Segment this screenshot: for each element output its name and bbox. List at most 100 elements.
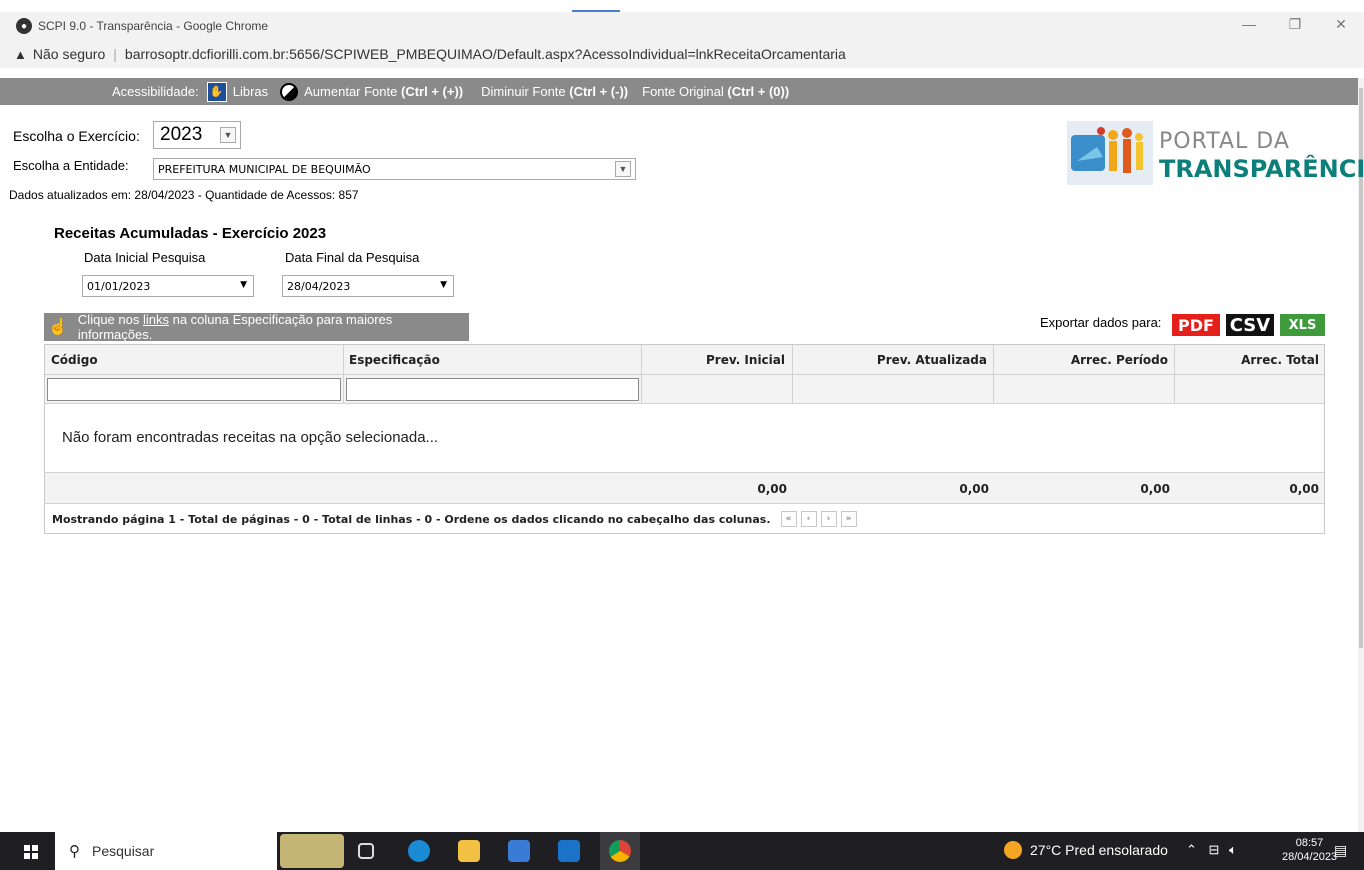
vertical-scrollbar[interactable] (1358, 78, 1364, 832)
col-arrec-total[interactable]: Arrec. Total (1175, 345, 1325, 375)
col-especificacao[interactable]: Especificação (344, 345, 642, 375)
address-bar[interactable]: ▲ Não seguro | barrosoptr.dcfiorilli.com… (0, 40, 1364, 68)
original-font-key: (Ctrl + (0)) (727, 84, 790, 99)
date-start-label: Data Inicial Pesquisa (84, 250, 206, 265)
exercicio-select[interactable]: 2023 ▼ (153, 121, 241, 149)
window-title: SCPI 9.0 - Transparência - Google Chrome (38, 19, 269, 33)
caret-down-icon[interactable]: ▼ (440, 280, 447, 290)
portal-logo[interactable]: PORTAL DA TRANSPARÊNCIA (1067, 121, 1364, 187)
chevron-down-icon[interactable]: ▼ (615, 161, 631, 177)
logo-line1: PORTAL DA (1159, 129, 1290, 154)
export-csv-button[interactable]: CSV (1226, 314, 1274, 336)
total-prev-inicial: 0,00 (757, 482, 787, 496)
decrease-font-key: (Ctrl + (-)) (569, 84, 629, 99)
info-hint-bar: ☝ Clique nos links na coluna Especificaç… (44, 312, 469, 342)
clock[interactable]: 08:57 28/04/2023 (1282, 836, 1337, 864)
updated-info: Dados atualizados em: 28/04/2023 - Quant… (9, 188, 359, 202)
accessibility-label: Acessibilidade: (112, 84, 199, 99)
chrome-taskbar-slot[interactable] (600, 832, 640, 870)
libras-icon[interactable]: ✋ (206, 81, 227, 102)
export-pdf-button[interactable]: PDF (1172, 314, 1220, 336)
filter-cell-prev-atualizada (793, 375, 994, 404)
taskbar-search[interactable]: ⚲ Pesquisar (55, 832, 277, 870)
original-font-label: Fonte Original (642, 84, 724, 99)
next-page-icon[interactable]: › (820, 511, 837, 527)
weather-widget[interactable]: 27°C Pred ensolarado (1004, 841, 1168, 859)
info-prefix: Clique nos (77, 312, 143, 327)
first-page-icon[interactable]: « (780, 511, 797, 527)
chevron-down-icon[interactable]: ▼ (220, 127, 236, 143)
notification-icon[interactable]: ▤ (1334, 842, 1347, 859)
date-start-select[interactable]: 01/01/2023 ▼ (82, 275, 254, 297)
decrease-font-label: Diminuir Fonte (481, 84, 566, 99)
info-links-link[interactable]: links (143, 312, 169, 327)
filter-cell-arrec-periodo (994, 375, 1175, 404)
libras-link[interactable]: Libras (233, 84, 268, 99)
store-icon[interactable] (508, 840, 530, 862)
codigo-filter-input[interactable] (47, 378, 341, 401)
search-highlight-icon[interactable] (280, 834, 344, 868)
exercicio-label: Escolha o Exercício: (13, 128, 140, 144)
filter-cell-prev-inicial (642, 375, 793, 404)
address-separator: | (113, 46, 117, 62)
col-arrec-periodo[interactable]: Arrec. Período (994, 345, 1175, 375)
task-view-icon[interactable] (358, 843, 374, 859)
clock-time: 08:57 (1295, 837, 1324, 849)
grid-filter-row (45, 375, 1324, 404)
pager-text: Mostrando página 1 - Total de páginas - … (52, 512, 771, 526)
clock-date: 28/04/2023 (1282, 851, 1338, 863)
contrast-icon[interactable] (280, 82, 299, 101)
warning-icon: ▲ (14, 46, 27, 62)
window-controls: — ❐ ✕ (1226, 12, 1364, 40)
especificacao-filter-input[interactable] (346, 378, 639, 401)
close-button[interactable]: ✕ (1318, 12, 1364, 40)
last-page-icon[interactable]: » (840, 511, 857, 527)
total-arrec-periodo: 0,00 (1140, 482, 1170, 496)
taskbar: ⚲ Pesquisar 27°C Pred ensolarado ⌃ ⊟ 🔈︎ … (0, 832, 1364, 870)
mail-icon[interactable] (558, 840, 580, 862)
window-titlebar: ● SCPI 9.0 - Transparência - Google Chro… (0, 12, 1364, 40)
minimize-button[interactable]: — (1226, 12, 1272, 40)
increase-font-key: (Ctrl + (+)) (400, 84, 464, 99)
hand-pointer-icon: ☝ (48, 319, 68, 336)
sun-icon (1004, 841, 1022, 859)
col-prev-inicial[interactable]: Prev. Inicial (642, 345, 793, 375)
file-explorer-icon[interactable] (458, 840, 480, 862)
total-prev-atualizada: 0,00 (959, 482, 989, 496)
weather-text: 27°C Pred ensolarado (1030, 842, 1168, 858)
receitas-grid: Código Especificação Prev. Inicial Prev.… (44, 344, 1325, 534)
url-text[interactable]: barrosoptr.dcfiorilli.com.br:5656/SCPIWE… (125, 46, 846, 62)
entidade-select[interactable]: PREFEITURA MUNICIPAL DE BEQUIMÃO ▼ (153, 158, 636, 180)
exercicio-value: 2023 (160, 124, 203, 145)
export-label: Exportar dados para: (1040, 315, 1162, 330)
export-xls-button[interactable]: XLS (1280, 314, 1325, 336)
caret-down-icon[interactable]: ▼ (240, 280, 247, 290)
globe-icon: ● (16, 18, 32, 34)
restore-button[interactable]: ❐ (1272, 12, 1318, 40)
empty-message: Não foram encontradas receitas na opção … (62, 429, 439, 446)
search-icon: ⚲ (69, 843, 80, 860)
edge-icon[interactable] (408, 840, 430, 862)
filter-cell-codigo (45, 375, 344, 404)
system-tray[interactable]: ⌃ ⊟ 🔈︎ (1186, 842, 1237, 858)
increase-font-link[interactable]: Aumentar Fonte (Ctrl + (+)) (304, 84, 463, 99)
insecure-label[interactable]: Não seguro (33, 46, 105, 62)
entidade-label: Escolha a Entidade: (13, 158, 129, 173)
col-prev-atualizada[interactable]: Prev. Atualizada (793, 345, 994, 375)
windows-start-icon[interactable] (24, 845, 38, 859)
increase-font-label: Aumentar Fonte (304, 84, 398, 99)
date-end-select[interactable]: 28/04/2023 ▼ (282, 275, 454, 297)
chrome-icon (609, 840, 631, 862)
volume-icon[interactable]: 🔈︎ (1229, 842, 1237, 857)
date-end-value: 28/04/2023 (287, 279, 351, 293)
date-end-label: Data Final da Pesquisa (285, 250, 420, 265)
total-arrec-total: 0,00 (1289, 482, 1319, 496)
section-title: Receitas Acumuladas - Exercício 2023 (54, 225, 327, 242)
original-font-link[interactable]: Fonte Original (Ctrl + (0)) (642, 84, 789, 99)
network-icon[interactable]: ⊟ (1209, 842, 1220, 857)
decrease-font-link[interactable]: Diminuir Fonte (Ctrl + (-)) (481, 84, 628, 99)
prev-page-icon[interactable]: ‹ (800, 511, 817, 527)
chevron-up-icon[interactable]: ⌃ (1186, 842, 1197, 857)
pager: Mostrando página 1 - Total de páginas - … (52, 511, 857, 527)
col-codigo[interactable]: Código (45, 345, 344, 375)
